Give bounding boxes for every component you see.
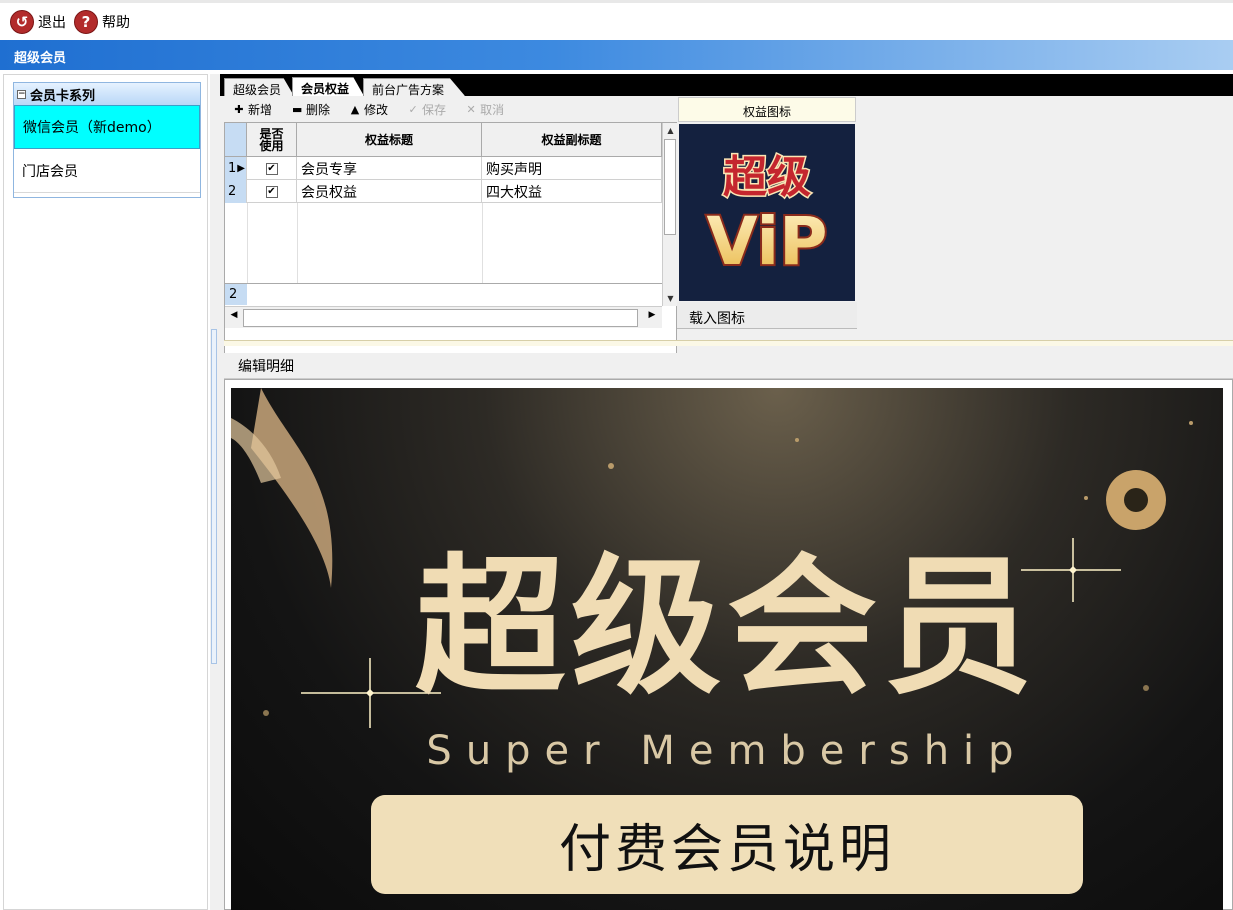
tab-super-member[interactable]: 超级会员 [224,78,294,96]
tree-header[interactable]: − 会员卡系列 [14,83,200,105]
tab-member-benefits[interactable]: 会员权益 [292,77,364,96]
tree-item-wechat-member[interactable]: 微信会员（新demo） [14,105,200,149]
collapse-icon[interactable]: − [17,89,26,99]
banner-paid-member-info: 付费会员说明 [371,795,1083,894]
splitter-grip[interactable] [211,329,217,664]
tree-item-store-member[interactable]: 门店会员 [14,149,200,193]
tab-strip: 超级会员 会员权益 前台广告方案 [220,74,1233,96]
grid-line [482,203,483,283]
minus-icon: ▬ [292,102,303,116]
current-row-arrow-icon: ▶ [237,163,245,174]
row-indicator: 2 [225,180,247,203]
check-icon: ✓ [408,102,418,116]
grid-line [297,203,298,283]
scroll-down-icon[interactable]: ▼ [663,291,678,306]
row-count: 2 [225,284,247,305]
modify-button[interactable]: ▲ 修改 [350,101,388,118]
exit-button[interactable]: ↺ 退出 [10,9,66,34]
edit-detail-label: 编辑明细 [224,353,1233,379]
edit-toolbar: ✚ 新增 ▬ 删除 ▲ 修改 ✓ 保存 ✕ 取消 [224,98,674,120]
window-title: 超级会员 [14,51,67,66]
save-button[interactable]: ✓ 保存 [408,101,446,118]
column-header-used[interactable]: 是否使用 [247,123,297,157]
card-series-tree: − 会员卡系列 微信会员（新demo） 门店会员 [13,82,201,198]
scroll-right-icon[interactable]: ▶ [645,310,659,320]
grid-line [247,203,248,283]
used-checkbox[interactable]: ✔ [265,162,278,175]
tree-item-label: 门店会员 [22,163,78,180]
scroll-up-icon[interactable]: ▲ [663,123,678,138]
edit-detail-area: 超级会员 Super Membership 付费会员说明 [224,379,1233,910]
cross-icon: ✕ [466,102,476,116]
tab-front-ad-plan[interactable]: 前台广告方案 [363,78,465,96]
title-cell[interactable]: 会员专享 [297,157,482,180]
tree-header-label: 会员卡系列 [30,88,96,104]
used-cell[interactable]: ✔ [247,157,297,180]
benefit-icon-image: 超级 ViP [679,124,855,301]
icon-panel-header: 权益图标 [678,97,856,122]
svg-text:ViP: ViP [707,203,828,280]
help-label: 帮助 [102,14,130,31]
help-button[interactable]: ? 帮助 [74,9,130,34]
banner-title: 超级会员 [414,541,1039,715]
top-toolbar: ↺ 退出 ? 帮助 [0,0,1233,40]
load-icon-button[interactable]: 载入图标 [677,302,857,329]
benefits-grid: 是否使用 权益标题 权益副标题 1▶ ✔ 会员专享 购买声明 2 ✔ 会员权益 [224,122,677,357]
tree-item-label: 微信会员（新demo） [23,120,161,136]
vertical-scrollbar[interactable]: ▲ ▼ [662,123,677,306]
main-area: 超级会员 会员权益 前台广告方案 ✚ 新增 ▬ 删除 ▲ 修改 ✓ 保存 ✕ 取… [220,74,1233,910]
section-divider [224,340,1233,346]
help-icon: ? [74,9,98,34]
grid-footer: 2 [225,283,662,305]
scroll-thumb[interactable] [664,139,676,235]
grid-header-indicator [225,123,247,157]
svg-text:超级: 超级 [723,152,811,203]
window-title-bar: 超级会员 [0,40,1233,70]
benefit-icon-panel: 权益图标 超级 ViP 载入图标 [677,96,857,332]
cancel-button[interactable]: ✕ 取消 [466,101,504,118]
banner-subtitle: Super Membership [426,728,1028,774]
vip-badge-graphic: 超级 ViP [679,124,855,301]
table-row[interactable]: 2 ✔ 会员权益 四大权益 [225,180,662,203]
subtitle-cell[interactable]: 四大权益 [482,180,662,203]
table-row[interactable]: 1 ▶ ✔ 会员专享 购买声明 [225,157,662,180]
left-panel: − 会员卡系列 微信会员（新demo） 门店会员 [3,74,208,910]
exit-icon: ↺ [10,9,34,34]
triangle-up-icon: ▲ [350,102,360,116]
membership-banner-image: 超级会员 Super Membership 付费会员说明 [231,388,1223,910]
add-button[interactable]: ✚ 新增 [234,101,272,118]
used-checkbox[interactable]: ✔ [265,185,278,198]
horizontal-scrollbar[interactable]: ◀ ▶ [225,306,662,328]
delete-button[interactable]: ▬ 删除 [292,101,330,118]
scroll-left-icon[interactable]: ◀ [227,310,241,320]
subtitle-cell[interactable]: 购买声明 [482,157,662,180]
column-header-title[interactable]: 权益标题 [297,123,482,157]
panel-splitter[interactable] [210,74,220,910]
exit-label: 退出 [38,14,66,31]
used-cell[interactable]: ✔ [247,180,297,203]
column-header-subtitle[interactable]: 权益副标题 [482,123,662,157]
plus-icon: ✚ [234,102,244,116]
scroll-thumb[interactable] [243,309,638,327]
row-indicator: 1 ▶ [225,157,247,180]
title-cell[interactable]: 会员权益 [297,180,482,203]
